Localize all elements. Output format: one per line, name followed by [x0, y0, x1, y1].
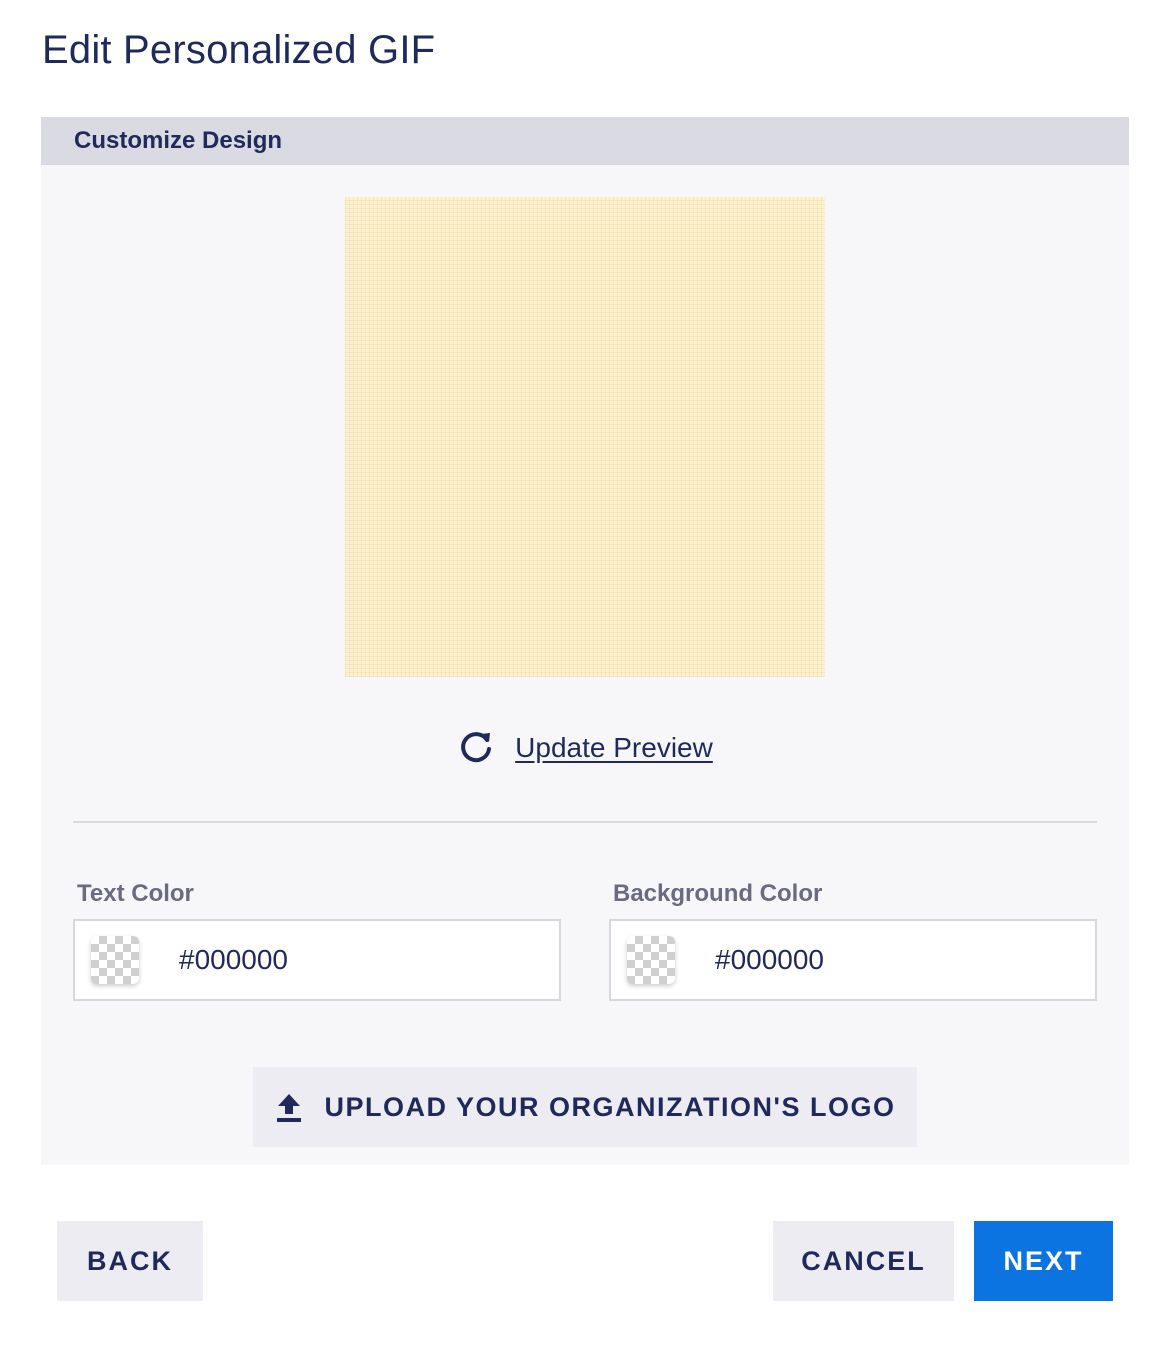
back-button[interactable]: BACK: [57, 1221, 203, 1301]
edit-gif-page: Edit Personalized GIF Customize Design U…: [0, 0, 1160, 1348]
background-color-value[interactable]: #000000: [715, 944, 824, 976]
cancel-button[interactable]: CANCEL: [773, 1221, 954, 1301]
text-color-swatch[interactable]: [91, 936, 139, 984]
next-button[interactable]: NEXT: [974, 1221, 1113, 1301]
customize-design-panel: Customize Design Update Preview Text Col…: [41, 117, 1129, 1165]
background-color-label: Background Color: [613, 880, 823, 907]
update-preview-link[interactable]: Update Preview: [41, 729, 1129, 767]
page-title: Edit Personalized GIF: [42, 28, 436, 72]
background-color-input[interactable]: #000000: [609, 919, 1097, 1001]
text-color-input[interactable]: #000000: [73, 919, 561, 1001]
upload-icon: [275, 1091, 303, 1123]
divider: [73, 821, 1097, 823]
text-color-label: Text Color: [77, 880, 194, 907]
update-preview-label[interactable]: Update Preview: [515, 732, 713, 764]
text-color-field: Text Color #000000: [73, 879, 561, 1001]
text-color-value[interactable]: #000000: [179, 944, 288, 976]
background-color-swatch[interactable]: [627, 936, 675, 984]
upload-logo-button[interactable]: UPLOAD YOUR ORGANIZATION'S LOGO: [253, 1067, 917, 1147]
panel-header: Customize Design: [41, 117, 1129, 165]
upload-logo-label: UPLOAD YOUR ORGANIZATION'S LOGO: [324, 1091, 896, 1122]
background-color-field: Background Color #000000: [609, 879, 1097, 1001]
gif-preview: [345, 197, 825, 677]
refresh-icon: [457, 729, 495, 767]
